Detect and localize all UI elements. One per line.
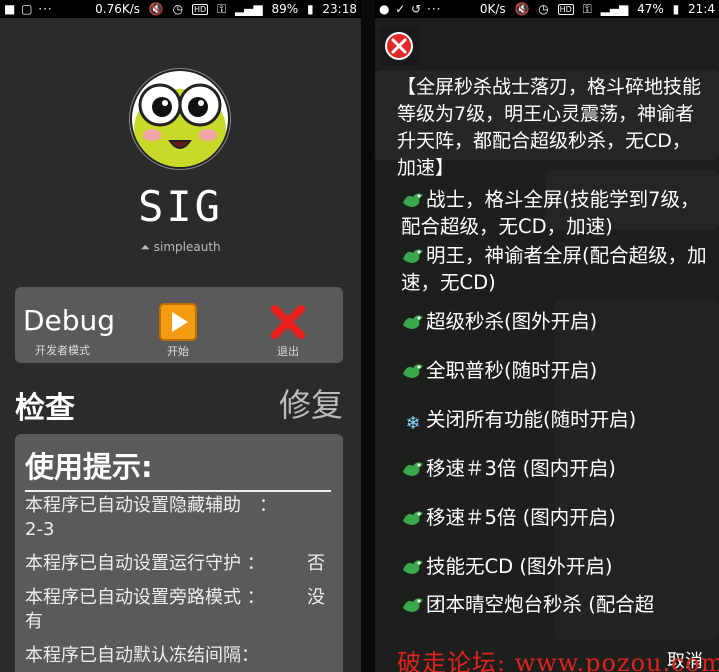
debug-button[interactable]: Debug <box>23 305 115 337</box>
clock: 23:18 <box>322 2 357 16</box>
dialog-close-button[interactable] <box>379 26 419 66</box>
app-title: SIG <box>138 182 223 231</box>
dragon-icon <box>403 598 423 612</box>
menu-item[interactable]: 超级秒杀(图外开启) <box>401 308 713 335</box>
dragon-icon <box>403 315 423 329</box>
status-right: 0K/s 🔇 ◷ HD ⚿ ▂▄▆ 47% ▮ 21:4 <box>475 0 715 18</box>
repair-button[interactable]: 修复 <box>279 380 343 426</box>
exit-button[interactable]: 退出 <box>258 303 318 359</box>
net-speed: 0K/s <box>479 2 506 16</box>
mute-icon: 🔇 <box>148 2 164 16</box>
key-icon: ⚿ <box>216 2 227 16</box>
menu-item-label: 技能无CD (图外开启) <box>426 555 613 578</box>
key-icon: ⚿ <box>582 2 592 16</box>
menu-item[interactable]: 移速＃5倍 (图内开启) <box>401 504 713 531</box>
menu-item-label: 移速＃3倍 (图内开启) <box>426 457 616 480</box>
close-x-icon <box>269 303 307 341</box>
pin-icon: ⏶ <box>140 240 150 254</box>
action-toolbar: Debug 开发者模式 开始 退出 <box>15 287 343 363</box>
debug-sublabel: 开发者模式 <box>35 344 90 357</box>
menu-item-label: 战士，格斗全屏(技能学到7级，配合超级，无CD，加速) <box>401 188 700 238</box>
site-watermark: 破走论坛: www.pozou.com <box>397 649 719 672</box>
tip-text-cont: 2-3 <box>25 519 55 540</box>
menu-item-label: 明王，神谕者全屏(配合超级，加速，无CD) <box>401 244 707 294</box>
status-bar-left: ■ ▢ ··· 0.76K/s 🔇 ◷ HD ⚿ ▂▄▆ 89% ▮ 23:18 <box>0 0 361 18</box>
tip-text: 本程序已自动默认冻结间隔： <box>25 645 259 666</box>
menu-item[interactable]: 技能无CD (图外开启) <box>401 553 713 580</box>
app-subtitle: ⏶ simpleauth <box>0 240 361 255</box>
clock: 21:4 <box>688 2 715 16</box>
battery-level: 47% <box>637 2 664 16</box>
alarm-icon: ◷ <box>538 2 549 16</box>
menu-item-label: 全职普秒(随时开启) <box>426 359 598 382</box>
tip-text: 本程序已自动设置旁路模式 ： <box>25 587 265 608</box>
snowflake-icon: ❄ <box>405 413 421 434</box>
subtitle-text: simpleauth <box>153 240 221 254</box>
menu-item-label: 关闭所有功能(随时开启) <box>426 408 637 431</box>
status-bar-right: ● ✓ ↺ ··· 0K/s 🔇 ◷ HD ⚿ ▂▄▆ 47% ▮ 21:4 <box>375 0 719 18</box>
tip-item: 本程序已自动默认冻结间隔： <box>25 644 335 668</box>
battery-icon: ▮ <box>672 2 680 16</box>
signal-icon: ▂▄▆ <box>600 2 629 16</box>
dragon-icon <box>403 462 423 476</box>
hd-icon: HD <box>191 4 209 15</box>
mute-icon: 🔇 <box>514 2 530 16</box>
start-button[interactable]: 开始 <box>148 303 208 359</box>
close-icon <box>385 32 413 60</box>
notification-icons: ■ ▢ ··· <box>4 2 53 16</box>
check-button[interactable]: 检查 <box>15 383 75 427</box>
battery-icon: ▮ <box>306 2 314 16</box>
menu-item[interactable]: 全职普秒(随时开启) <box>401 357 713 384</box>
dialog-intro: 【全屏秒杀战士落刃，格斗碎地技能等级为7级，明王心灵震荡，神谕者升天阵，都配合超… <box>397 76 702 179</box>
usage-tips-card: 使用提示: 本程序已自动设置隐藏辅助 ： 2-3 本程序已自动设置运行守护 ： … <box>15 434 343 672</box>
tip-value: 否 <box>307 553 325 574</box>
tip-item: 本程序已自动设置隐藏辅助 ： 2-3 <box>25 494 335 542</box>
exit-label: 退出 <box>277 345 299 358</box>
screenshot-divider <box>361 0 375 672</box>
status-right: 0.76K/s 🔇 ◷ HD ⚿ ▂▄▆ 89% ▮ 23:18 <box>90 0 357 18</box>
hd-icon: HD <box>557 4 574 15</box>
battery-level: 89% <box>271 2 299 16</box>
menu-item-label: 超级秒杀(图外开启) <box>426 310 598 333</box>
alarm-icon: ◷ <box>172 2 184 16</box>
menu-item[interactable]: 团本晴空炮台秒杀 (配合超 <box>401 591 713 618</box>
signal-icon: ▂▄▆ <box>234 2 263 16</box>
left-screen: ■ ▢ ··· 0.76K/s 🔇 ◷ HD ⚿ ▂▄▆ 89% ▮ 23:18… <box>0 0 361 672</box>
tip-text: 本程序已自动设置运行守护 ： <box>25 553 265 574</box>
play-icon <box>159 303 197 341</box>
net-speed: 0.76K/s <box>95 2 141 16</box>
menu-item-label: 移速＃5倍 (图内开启) <box>426 506 616 529</box>
tip-item: 本程序已自动设置旁路模式 ： 没 有 <box>25 586 335 634</box>
menu-item-label: 团本晴空炮台秒杀 (配合超 <box>426 593 655 616</box>
dragon-icon <box>403 364 423 378</box>
start-label: 开始 <box>167 345 189 358</box>
right-screen: ● ✓ ↺ ··· 0K/s 🔇 ◷ HD ⚿ ▂▄▆ 47% ▮ 21:4 【… <box>375 0 719 672</box>
menu-item[interactable]: 战士，格斗全屏(技能学到7级，配合超级，无CD，加速) <box>401 186 713 240</box>
tip-text-cont: 有 <box>25 611 43 632</box>
tip-item: 本程序已自动设置运行守护 ： 否 <box>25 552 335 576</box>
tip-text: 本程序已自动设置隐藏辅助 ： <box>25 495 277 516</box>
dragon-icon <box>403 511 423 525</box>
tips-title: 使用提示: <box>25 444 331 492</box>
menu-item[interactable]: 明王，神谕者全屏(配合超级，加速，无CD) <box>401 242 713 296</box>
notification-icons: ● ✓ ↺ ··· <box>379 2 442 16</box>
menu-item[interactable]: 移速＃3倍 (图内开启) <box>401 455 713 482</box>
dragon-icon <box>403 249 423 263</box>
app-avatar-frog-icon <box>130 69 230 169</box>
menu-item[interactable]: ❄ 关闭所有功能(随时开启) <box>401 406 713 434</box>
dragon-icon <box>403 560 423 574</box>
dragon-icon <box>403 193 423 207</box>
tip-value: 没 <box>307 587 325 608</box>
